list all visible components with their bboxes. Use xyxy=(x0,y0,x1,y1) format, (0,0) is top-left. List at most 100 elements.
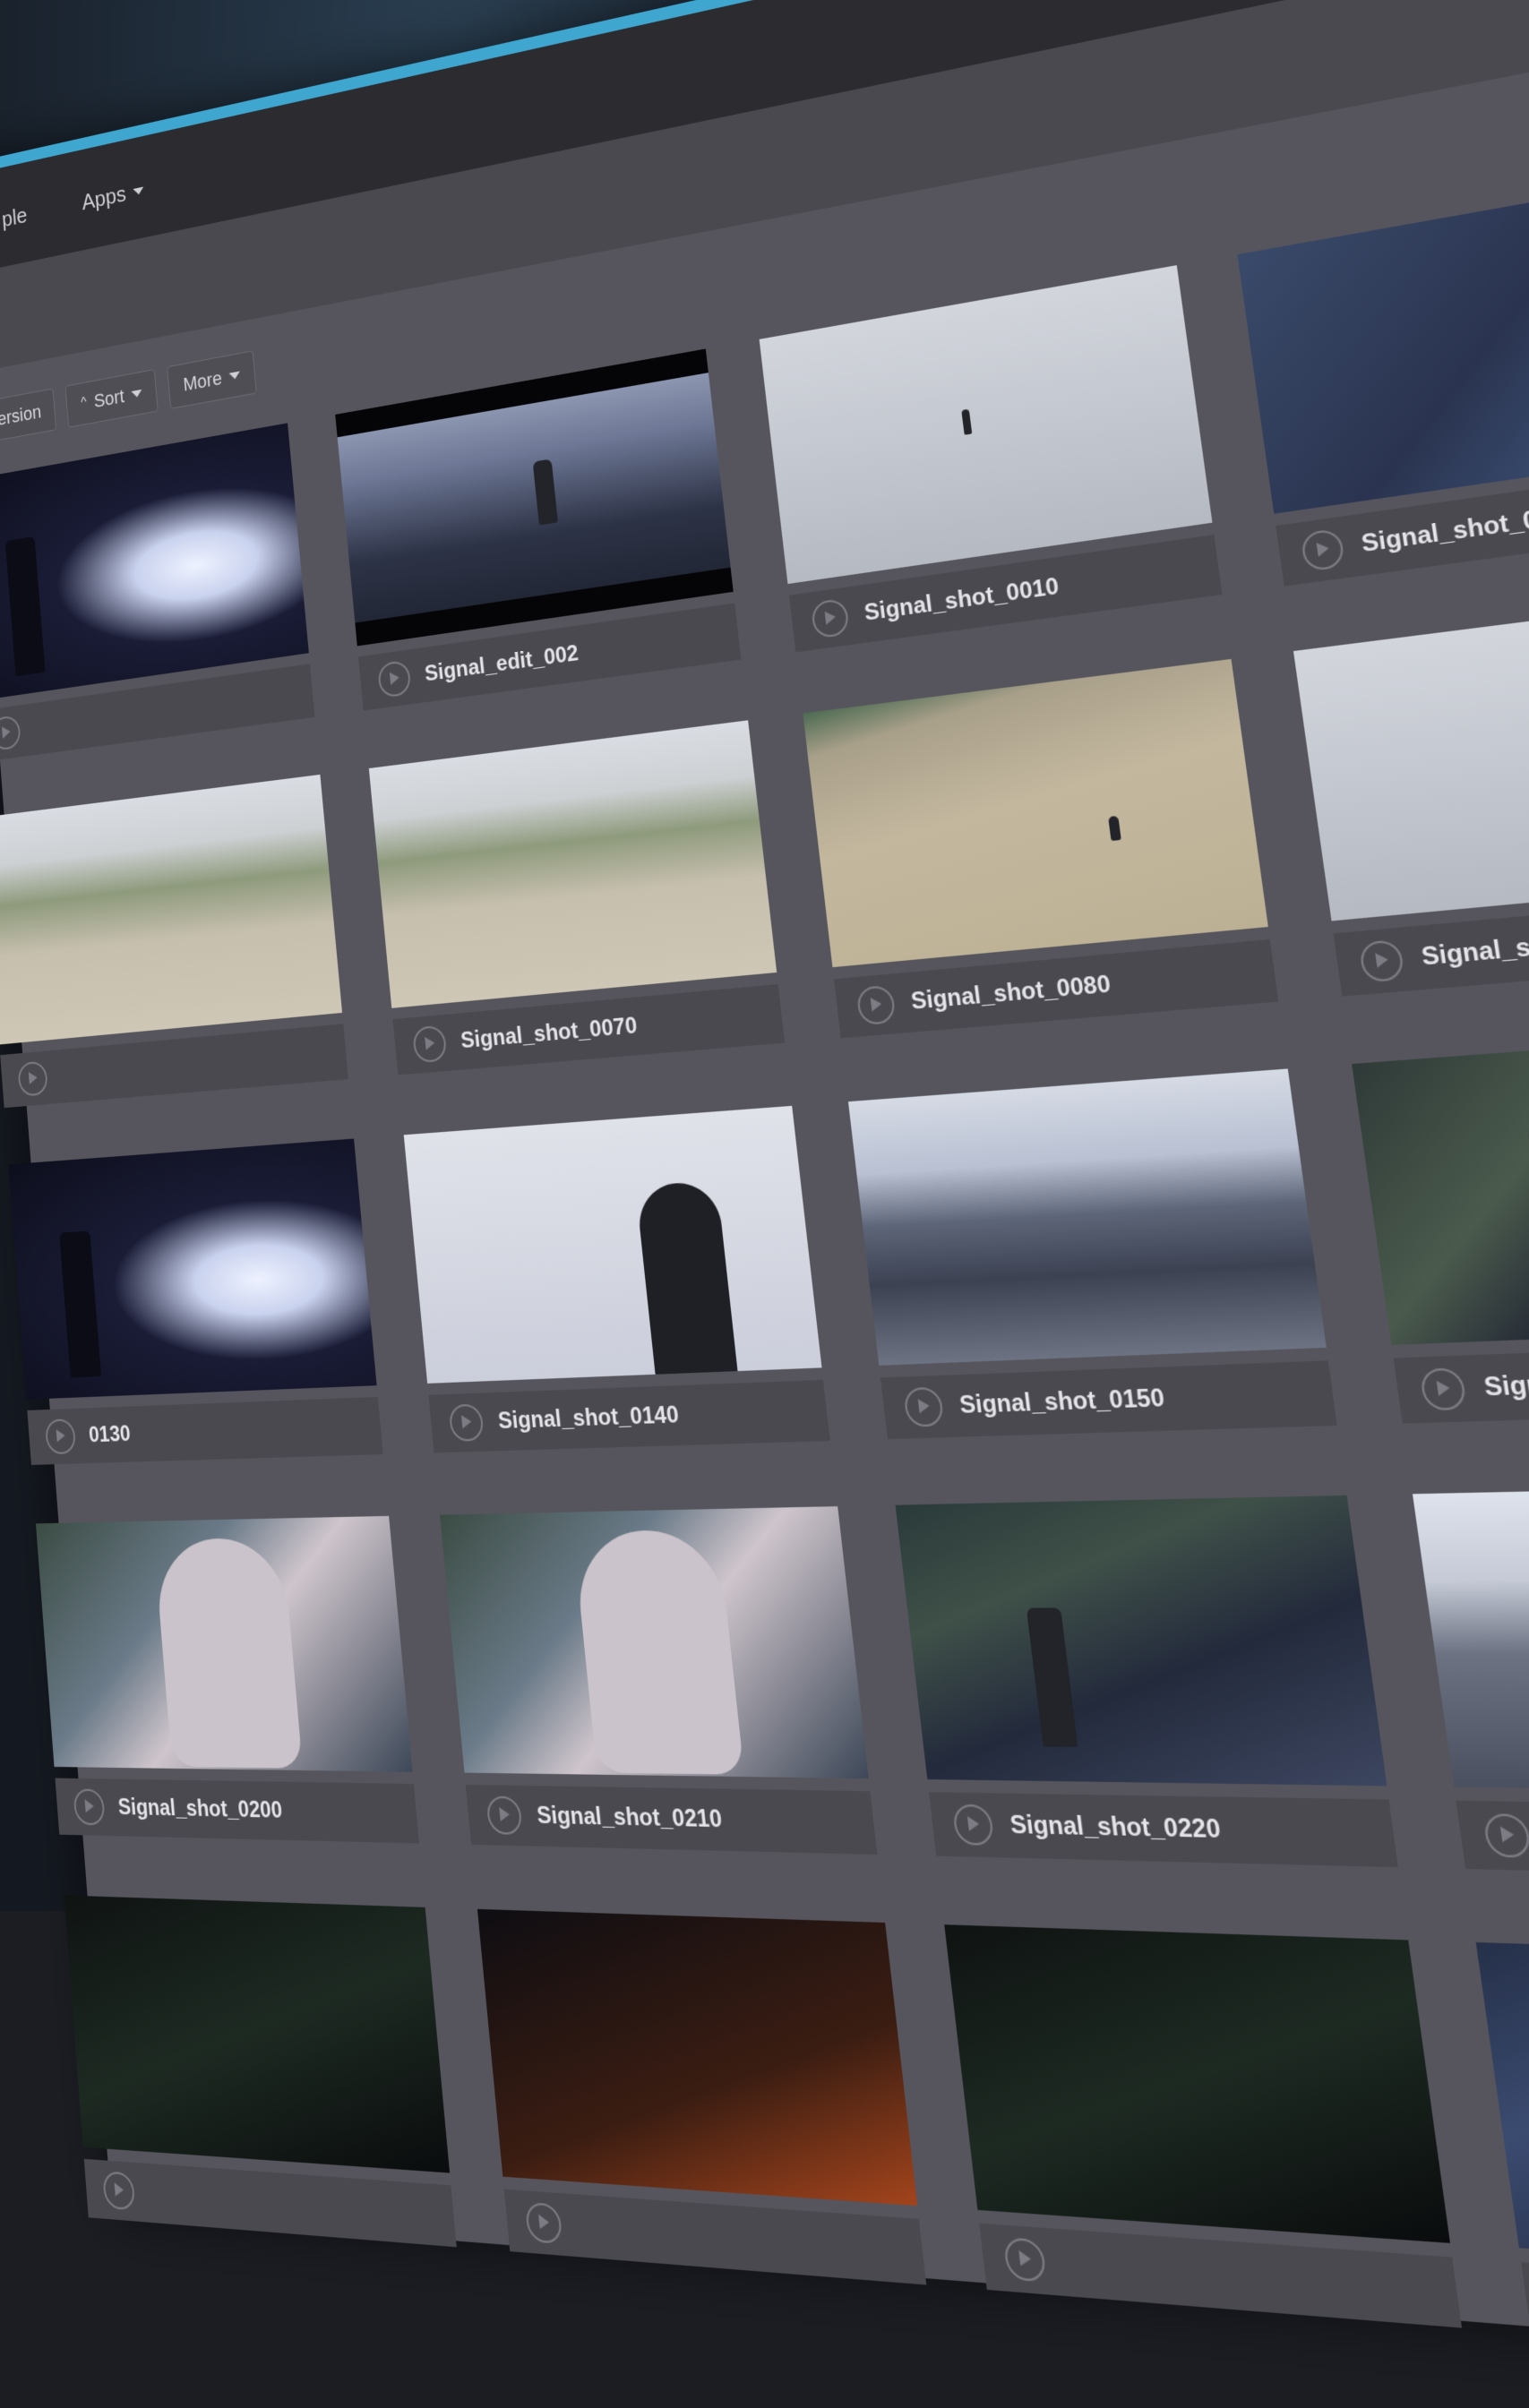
play-icon[interactable] xyxy=(412,1024,448,1064)
video-thumbnail[interactable] xyxy=(1352,1026,1529,1345)
more-button-label: More xyxy=(182,366,223,396)
thumbnail-figure xyxy=(635,1180,739,1383)
nav-item-apps[interactable]: Apps xyxy=(81,176,145,216)
play-icon[interactable] xyxy=(448,1403,485,1442)
thumbnail-figure xyxy=(4,536,46,677)
video-thumbnail[interactable] xyxy=(64,1895,451,2173)
play-icon[interactable] xyxy=(855,984,897,1026)
nav-item-people[interactable]: ple xyxy=(1,202,28,233)
video-thumbnail[interactable] xyxy=(0,423,309,702)
tile-title: Signal_shot_0140 xyxy=(496,1401,681,1435)
media-tile[interactable]: Signal_shot_0230 xyxy=(1412,1482,1529,1882)
thumbnail-figure xyxy=(1108,815,1121,842)
tile-caption: Signal_shot_0220 xyxy=(928,1792,1398,1868)
video-thumbnail[interactable] xyxy=(1293,588,1529,921)
video-thumbnail[interactable] xyxy=(1412,1482,1529,1795)
media-tile[interactable]: Signal_shot_0090 xyxy=(1293,588,1529,997)
version-button[interactable]: Version xyxy=(0,388,57,445)
play-icon[interactable] xyxy=(524,2201,563,2245)
thumbnail-figure xyxy=(961,408,973,435)
sort-button-label: Sort xyxy=(92,385,125,412)
video-thumbnail[interactable] xyxy=(440,1506,869,1779)
media-tile[interactable]: Signal_shot_0160 xyxy=(1352,1026,1529,1424)
video-thumbnail[interactable] xyxy=(803,658,1268,968)
tile-title: Signal_shot_0150 xyxy=(958,1384,1166,1419)
media-tile[interactable] xyxy=(477,1908,927,2285)
tile-caption: Signal_shot_0230 xyxy=(1456,1800,1529,1882)
media-tile[interactable] xyxy=(1475,1941,1529,2378)
chevron-down-icon xyxy=(228,371,241,381)
thumbnail-figure xyxy=(59,1230,102,1378)
video-thumbnail[interactable] xyxy=(0,774,343,1045)
sort-button[interactable]: ^ Sort xyxy=(64,368,159,428)
thumbnail-figure xyxy=(572,1529,745,1775)
video-thumbnail[interactable] xyxy=(477,1908,918,2207)
version-button-label: Version xyxy=(0,400,42,432)
play-icon[interactable] xyxy=(102,2171,136,2211)
app-window: ple Apps Version ^ Sort More Signal_edit… xyxy=(0,0,1529,2378)
chevron-down-icon xyxy=(133,186,144,195)
video-thumbnail[interactable] xyxy=(759,265,1213,585)
media-tile[interactable]: Signal_shot_0150 xyxy=(847,1068,1337,1440)
tile-title: Signal_shot_0070 xyxy=(460,1012,639,1054)
play-icon[interactable] xyxy=(951,1804,995,1847)
media-tile[interactable]: Signal_shot_0070 xyxy=(368,720,786,1075)
media-tile[interactable]: 0130 xyxy=(8,1138,383,1465)
media-tile[interactable]: Signal_shot_0140 xyxy=(403,1105,830,1453)
play-icon[interactable] xyxy=(903,1386,945,1427)
media-tile[interactable]: Signal_shot_0200 xyxy=(35,1515,419,1844)
video-thumbnail[interactable] xyxy=(8,1138,377,1400)
video-thumbnail[interactable] xyxy=(944,1924,1450,2243)
toolbar: Version ^ Sort More xyxy=(0,350,258,445)
media-tile[interactable] xyxy=(64,1895,457,2248)
chevron-down-icon xyxy=(131,389,143,398)
video-thumbnail[interactable] xyxy=(35,1515,413,1772)
video-thumbnail[interactable] xyxy=(403,1105,822,1384)
play-icon[interactable] xyxy=(1419,1367,1468,1411)
media-tile[interactable]: Signal_shot_0220 xyxy=(895,1495,1398,1868)
video-thumbnail[interactable] xyxy=(1237,170,1529,514)
media-grid: Signal_edit_002 Signal_shot_0010 Signal_sh… xyxy=(0,62,1529,2408)
play-icon[interactable] xyxy=(1482,1813,1529,1858)
play-icon[interactable] xyxy=(485,1795,523,1835)
video-thumbnail[interactable] xyxy=(847,1068,1327,1366)
tile-caption: Signal_shot_0150 xyxy=(880,1360,1337,1440)
video-thumbnail[interactable] xyxy=(335,348,734,647)
media-tile[interactable] xyxy=(0,423,315,763)
letterbox-bar xyxy=(335,348,709,438)
tile-title: Signal_shot_0020 xyxy=(1359,499,1529,558)
tile-title: Signal_shot_0010 xyxy=(863,572,1061,627)
media-tile[interactable]: Signal_shot_0020 xyxy=(1237,170,1529,587)
tile-title: Signal_shot_0160 xyxy=(1482,1364,1529,1402)
tile-caption: Signal_shot_0140 xyxy=(428,1379,830,1453)
video-thumbnail[interactable] xyxy=(1475,1941,1529,2286)
video-thumbnail[interactable] xyxy=(368,720,777,1008)
media-tile[interactable] xyxy=(944,1924,1463,2328)
play-icon[interactable] xyxy=(1300,527,1346,572)
tile-caption: Signal_shot_0210 xyxy=(465,1784,878,1855)
thumbnail-figure xyxy=(153,1537,303,1769)
tile-title: Signal_shot_0200 xyxy=(116,1794,284,1824)
play-icon[interactable] xyxy=(44,1418,77,1455)
play-icon[interactable] xyxy=(1358,938,1405,983)
tile-title: Signal_shot_0220 xyxy=(1009,1810,1223,1845)
play-icon[interactable] xyxy=(17,1060,49,1097)
play-icon[interactable] xyxy=(1002,2237,1047,2283)
sort-arrow-icon: ^ xyxy=(80,395,88,411)
media-tile[interactable]: Signal_shot_0010 xyxy=(759,265,1223,653)
thumbnail-figure xyxy=(532,458,558,526)
media-tile[interactable] xyxy=(0,774,348,1109)
media-tile[interactable]: Signal_shot_0080 xyxy=(803,658,1279,1039)
tile-title: 0130 xyxy=(88,1421,132,1448)
play-icon[interactable] xyxy=(810,597,850,639)
play-icon[interactable] xyxy=(73,1788,106,1826)
more-button[interactable]: More xyxy=(167,350,258,409)
media-tile[interactable]: Signal_shot_0210 xyxy=(440,1506,878,1855)
tile-caption: Signal_shot_0200 xyxy=(55,1778,419,1844)
media-tile[interactable]: Signal_edit_002 xyxy=(335,348,742,711)
video-thumbnail[interactable] xyxy=(895,1495,1387,1787)
play-icon[interactable] xyxy=(0,715,21,751)
tile-caption xyxy=(979,2223,1463,2328)
nav-item-label: ple xyxy=(1,201,29,233)
play-icon[interactable] xyxy=(377,659,412,698)
